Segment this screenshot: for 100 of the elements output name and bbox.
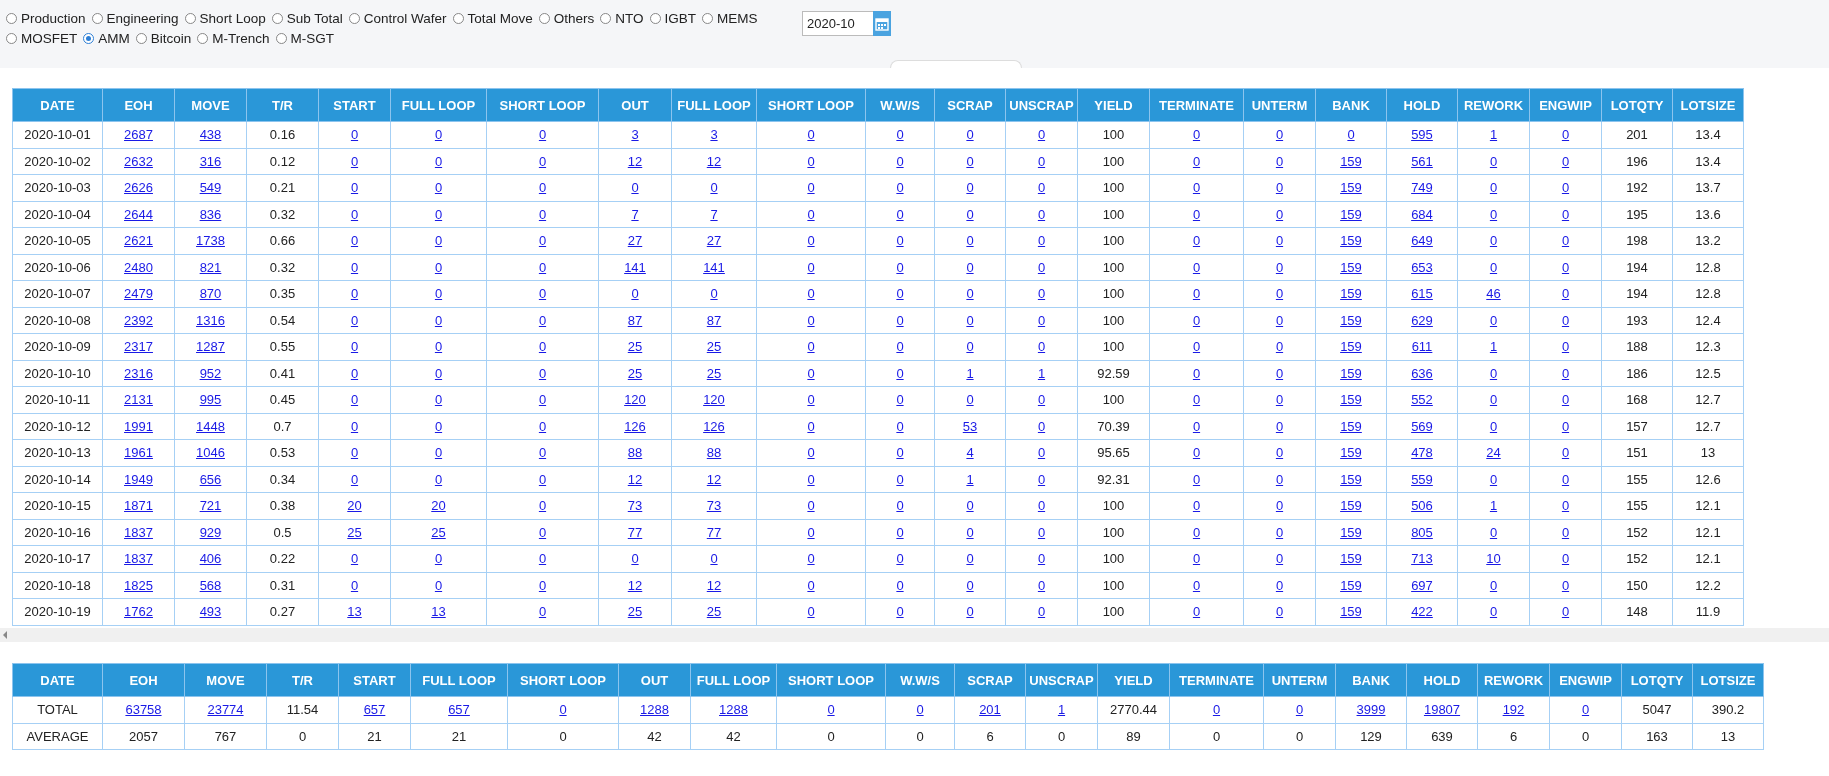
value-link[interactable]: 73 <box>627 498 643 514</box>
value-link[interactable]: 1 <box>1037 365 1046 381</box>
value-link[interactable]: 0 <box>1561 551 1570 567</box>
value-link[interactable]: 0 <box>916 702 924 718</box>
collapse-handle[interactable] <box>890 60 1022 68</box>
value-link[interactable]: 0 <box>1192 418 1201 434</box>
value-link[interactable]: 0 <box>538 312 547 328</box>
value-link[interactable]: 0 <box>350 259 359 275</box>
value-link[interactable]: 159 <box>1340 392 1362 408</box>
value-link[interactable]: 0 <box>896 445 904 461</box>
value-link[interactable]: 0 <box>434 339 443 355</box>
value-link[interactable]: 0 <box>807 339 815 355</box>
value-link[interactable]: 0 <box>966 524 974 540</box>
value-link[interactable]: 0 <box>966 498 974 514</box>
value-link[interactable]: 0 <box>1275 127 1284 143</box>
value-link[interactable]: 697 <box>1411 577 1433 593</box>
value-link[interactable]: 0 <box>807 312 815 328</box>
value-link[interactable]: 159 <box>1340 233 1362 249</box>
value-link[interactable]: 0 <box>1037 524 1046 540</box>
value-link[interactable]: 0 <box>1489 259 1498 275</box>
value-link[interactable]: 0 <box>1192 524 1201 540</box>
value-link[interactable]: 0 <box>1489 365 1498 381</box>
value-link[interactable]: 0 <box>538 180 547 196</box>
value-link[interactable]: 0 <box>1275 604 1284 620</box>
value-link[interactable]: 0 <box>1192 127 1201 143</box>
radio-button[interactable] <box>348 13 360 24</box>
radio-button[interactable] <box>538 13 550 24</box>
value-link[interactable]: 552 <box>1411 392 1433 408</box>
value-link[interactable]: 0 <box>631 551 639 567</box>
value-link[interactable]: 0 <box>807 551 815 567</box>
value-link[interactable]: 952 <box>199 365 222 381</box>
value-link[interactable]: 0 <box>1561 418 1570 434</box>
radio-option[interactable]: NTO <box>600 10 644 27</box>
value-link[interactable]: 0 <box>1561 259 1570 275</box>
value-link[interactable]: 0 <box>1037 604 1046 620</box>
value-link[interactable]: 0 <box>1192 365 1201 381</box>
value-link[interactable]: 0 <box>896 551 904 567</box>
value-link[interactable]: 0 <box>538 418 547 434</box>
value-link[interactable]: 1 <box>966 471 974 487</box>
value-link[interactable]: 995 <box>199 392 222 408</box>
value-link[interactable]: 0 <box>1489 577 1498 593</box>
radio-option[interactable]: Control Wafer <box>348 10 447 27</box>
value-link[interactable]: 0 <box>350 312 359 328</box>
value-link[interactable]: 0 <box>1275 418 1284 434</box>
value-link[interactable]: 0 <box>1192 233 1201 249</box>
value-link[interactable]: 87 <box>627 312 643 328</box>
value-link[interactable]: 1 <box>1489 498 1498 514</box>
value-link[interactable]: 4 <box>966 445 974 461</box>
value-link[interactable]: 721 <box>199 498 222 514</box>
value-link[interactable]: 0 <box>1275 180 1284 196</box>
value-link[interactable]: 77 <box>706 524 722 540</box>
value-link[interactable]: 657 <box>448 702 470 718</box>
value-link[interactable]: 0 <box>434 418 443 434</box>
value-link[interactable]: 0 <box>1275 498 1284 514</box>
value-link[interactable]: 77 <box>627 524 643 540</box>
value-link[interactable]: 159 <box>1340 312 1362 328</box>
value-link[interactable]: 0 <box>1489 392 1498 408</box>
value-link[interactable]: 0 <box>538 127 547 143</box>
value-link[interactable]: 10 <box>1486 551 1501 567</box>
radio-button[interactable] <box>649 13 661 24</box>
value-link[interactable]: 316 <box>199 153 222 169</box>
value-link[interactable]: 0 <box>350 153 359 169</box>
value-link[interactable]: 0 <box>538 153 547 169</box>
radio-button[interactable] <box>452 13 464 24</box>
value-link[interactable]: 0 <box>1489 471 1498 487</box>
value-link[interactable]: 749 <box>1411 180 1433 196</box>
value-link[interactable]: 159 <box>1340 286 1362 302</box>
value-link[interactable]: 27 <box>627 233 643 249</box>
value-link[interactable]: 46 <box>1486 286 1501 302</box>
value-link[interactable]: 0 <box>896 259 904 275</box>
value-link[interactable]: 0 <box>966 392 974 408</box>
value-link[interactable]: 0 <box>1192 471 1201 487</box>
radio-option[interactable]: M-Trench <box>197 30 270 47</box>
value-link[interactable]: 20 <box>347 498 362 514</box>
value-link[interactable]: 406 <box>199 551 222 567</box>
value-link[interactable]: 478 <box>1411 445 1433 461</box>
value-link[interactable]: 0 <box>350 365 359 381</box>
value-link[interactable]: 0 <box>1275 233 1284 249</box>
radio-option[interactable]: Bitcoin <box>135 30 192 47</box>
value-link[interactable]: 0 <box>538 392 547 408</box>
value-link[interactable]: 0 <box>538 498 547 514</box>
value-link[interactable]: 0 <box>1561 233 1570 249</box>
value-link[interactable]: 0 <box>1275 471 1284 487</box>
value-link[interactable]: 159 <box>1340 445 1362 461</box>
value-link[interactable]: 0 <box>538 604 547 620</box>
value-link[interactable]: 0 <box>966 127 974 143</box>
value-link[interactable]: 0 <box>350 577 359 593</box>
value-link[interactable]: 0 <box>350 127 359 143</box>
value-link[interactable]: 0 <box>1037 233 1046 249</box>
value-link[interactable]: 0 <box>896 206 904 222</box>
value-link[interactable]: 0 <box>1037 127 1046 143</box>
value-link[interactable]: 0 <box>350 445 359 461</box>
value-link[interactable]: 25 <box>706 365 722 381</box>
value-link[interactable]: 53 <box>962 418 978 434</box>
value-link[interactable]: 493 <box>199 604 222 620</box>
value-link[interactable]: 595 <box>1411 127 1433 143</box>
value-link[interactable]: 0 <box>1561 524 1570 540</box>
value-link[interactable]: 0 <box>434 127 443 143</box>
value-link[interactable]: 20 <box>431 498 446 514</box>
value-link[interactable]: 0 <box>1561 445 1570 461</box>
